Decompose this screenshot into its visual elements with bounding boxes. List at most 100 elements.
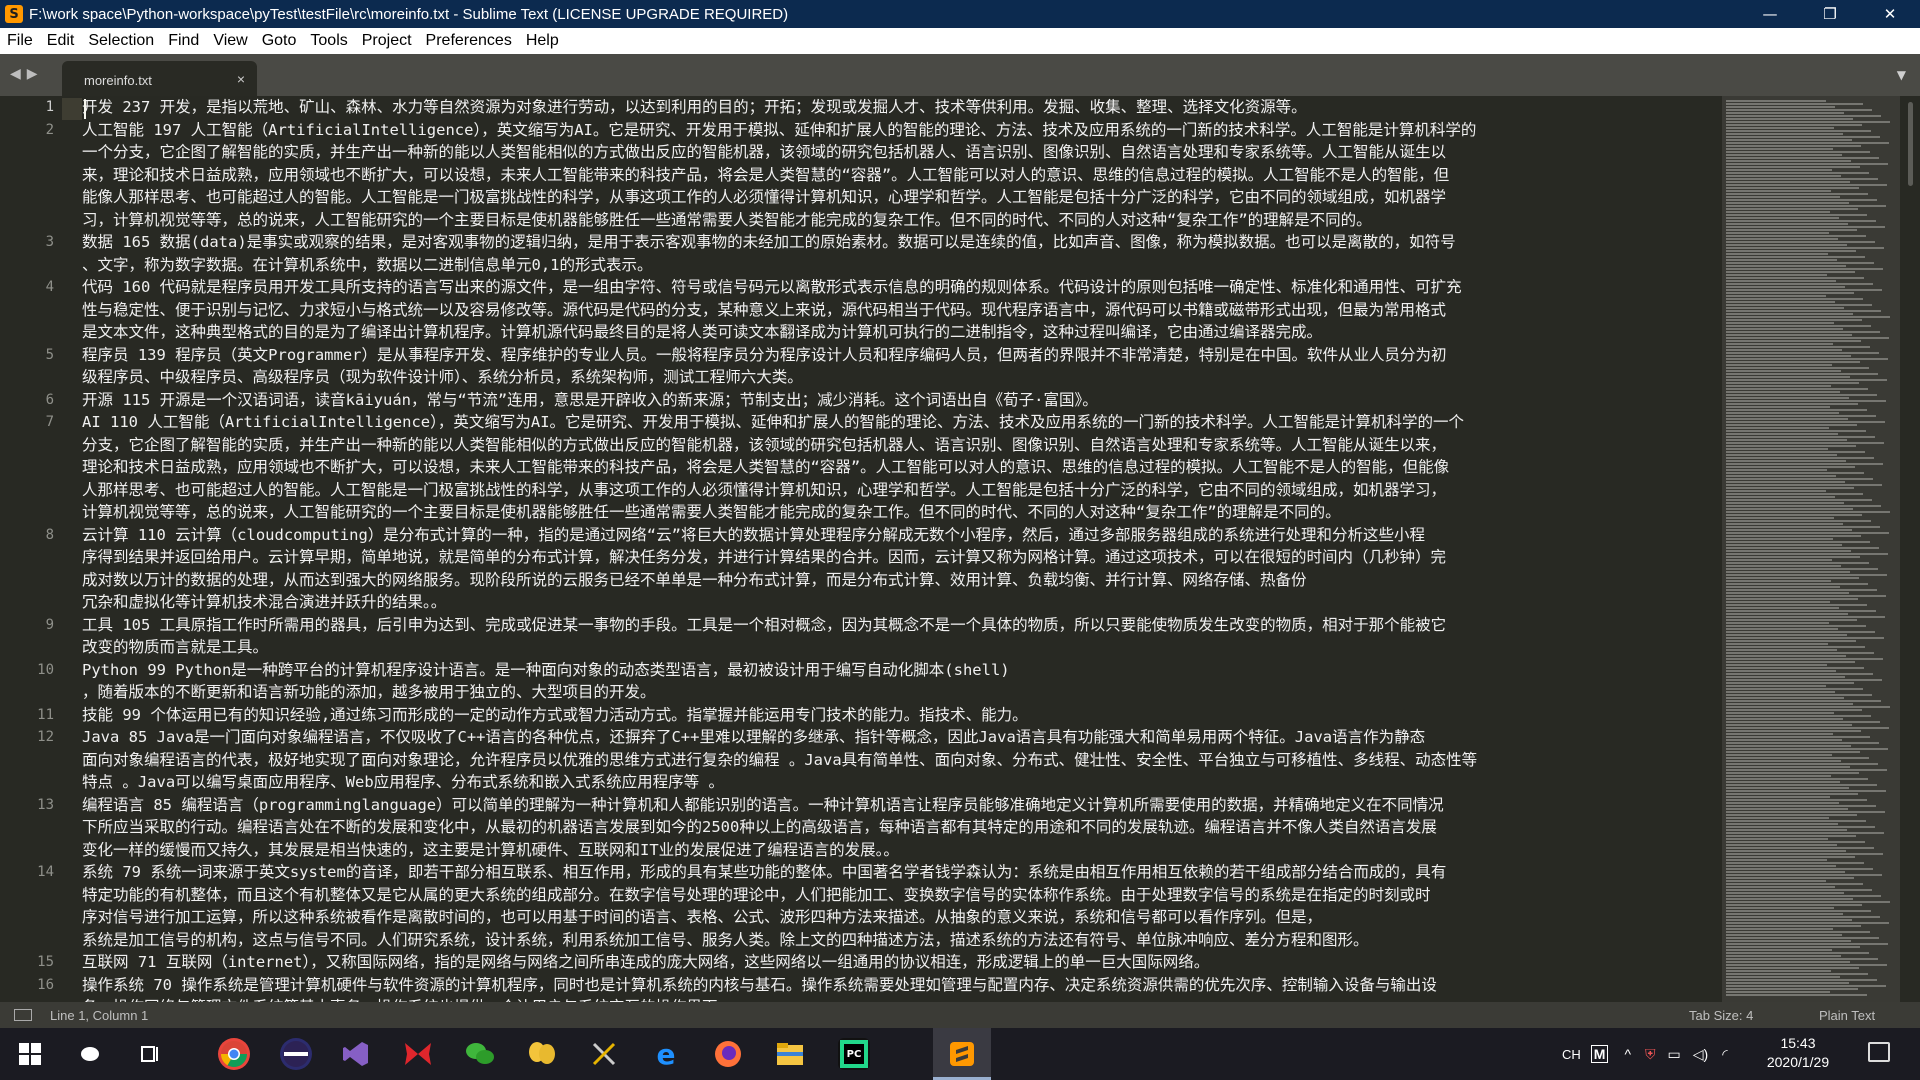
- minimap-line: [1726, 550, 1851, 552]
- minimap-line: [1726, 628, 1838, 630]
- minimap-line: [1726, 640, 1856, 642]
- xmind-icon[interactable]: [402, 1038, 434, 1070]
- text-line[interactable]: 云计算 110 云计算（cloudcomputing）是分布式计算的一种，指的是…: [82, 524, 1722, 547]
- text-line[interactable]: 系统 79 系统一词来源于英文system的音译，即若干部分相互联系、相互作用，…: [82, 861, 1722, 884]
- text-line[interactable]: 数据 165 数据(data)是事实或观察的结果，是对客观事物的逻辑归纳，是用于…: [82, 231, 1722, 254]
- text-line[interactable]: 代码 160 代码就是程序员用开发工具所支持的语言写出来的源文件，是一组由字符、…: [82, 276, 1722, 299]
- text-line[interactable]: 理论和技术日益成熟，应用领域也不断扩大，可以设想，未来人工智能带来的科技产品，将…: [82, 456, 1722, 479]
- edge-icon[interactable]: e: [650, 1038, 682, 1070]
- minimap-line: [1726, 988, 1858, 990]
- text-line[interactable]: 技能 99 个体运用已有的知识经验,通过练习而形成的一定的动作方式或智力活动方式…: [82, 704, 1722, 727]
- sublime-text-icon[interactable]: [946, 1038, 978, 1070]
- text-line[interactable]: 程序员 139 程序员（英文Programmer）是从事程序开发、程序维护的专业…: [82, 344, 1722, 367]
- text-line[interactable]: 来，理论和技术日益成熟，应用领域也不断扩大，可以设想，未来人工智能带来的科技产品…: [82, 164, 1722, 187]
- text-line[interactable]: 人工智能 197 人工智能（ArtificialIntelligence），英文…: [82, 119, 1722, 142]
- minimap[interactable]: [1722, 96, 1900, 1002]
- syntax-indicator[interactable]: Plain Text: [1819, 1008, 1875, 1023]
- minimap-line: [1726, 649, 1837, 651]
- chrome-icon[interactable]: [218, 1038, 250, 1070]
- qq-icon[interactable]: [526, 1038, 558, 1070]
- snipping-tool-icon[interactable]: [588, 1038, 620, 1070]
- text-line[interactable]: 序对信号进行加工运算，所以这种系统被看作是离散时间的，也可以用基于时间的语言、表…: [82, 906, 1722, 929]
- menu-edit[interactable]: Edit: [40, 32, 82, 50]
- battery-icon[interactable]: ▭: [1668, 1046, 1681, 1063]
- minimap-line: [1726, 553, 1888, 555]
- menu-preferences[interactable]: Preferences: [419, 32, 519, 50]
- text-line[interactable]: 计算机视觉等等，总的说来，人工智能研究的一个主要目标是使机器能够胜任一些通常需要…: [82, 501, 1722, 524]
- visual-studio-icon[interactable]: [340, 1038, 372, 1070]
- text-line[interactable]: 习，计算机视觉等等，总的说来，人工智能研究的一个主要目标是使机器能够胜任一些通常…: [82, 209, 1722, 232]
- text-line[interactable]: 性与稳定性、便于识别与记忆、力求短小与格式统一以及容易修改等。源代码是代码的分支…: [82, 299, 1722, 322]
- file-explorer-icon[interactable]: [774, 1038, 806, 1070]
- editor-text-area[interactable]: 开发 237 开发，是指以荒地、矿山、森林、水力等自然资源为对象进行劳动，以达到…: [82, 96, 1722, 1002]
- notification-center-icon[interactable]: [1868, 1042, 1890, 1062]
- menu-file[interactable]: File: [0, 32, 40, 50]
- text-line[interactable]: 开源 115 开源是一个汉语词语，读音kāiyuán，常与“节流”连用，意思是开…: [82, 389, 1722, 412]
- tab-moreinfo[interactable]: moreinfo.txt ×: [62, 61, 257, 96]
- text-line[interactable]: 特点 。Java可以编写桌面应用程序、Web应用程序、分布式系统和嵌入式系统应用…: [82, 771, 1722, 794]
- tray-chevron-icon[interactable]: ^: [1624, 1046, 1631, 1062]
- menu-selection[interactable]: Selection: [81, 32, 161, 50]
- menu-goto[interactable]: Goto: [255, 32, 304, 50]
- text-line[interactable]: Java 85 Java是一门面向对象编程语言，不仅吸收了C++语言的各种优点，…: [82, 726, 1722, 749]
- search-icon[interactable]: [74, 1038, 106, 1070]
- volume-icon[interactable]: ◁): [1693, 1046, 1708, 1063]
- text-line[interactable]: 级程序员、中级程序员、高级程序员（现为软件设计师）、系统分析员，系统架构师，测试…: [82, 366, 1722, 389]
- menu-tools[interactable]: Tools: [303, 32, 354, 50]
- scrollbar-thumb[interactable]: [1908, 102, 1913, 186]
- task-view-icon[interactable]: [134, 1038, 166, 1070]
- security-icon[interactable]: ⛨: [1645, 1046, 1656, 1063]
- cursor-position[interactable]: Line 1, Column 1: [50, 1008, 148, 1023]
- minimap-line: [1726, 748, 1888, 750]
- text-line[interactable]: 变化一样的缓慢而又持久，其发展是相当快速的，这主要是计算机硬件、互联网和IT业的…: [82, 839, 1722, 862]
- minimap-line: [1726, 598, 1858, 600]
- vertical-scrollbar[interactable]: [1900, 96, 1920, 1002]
- text-line[interactable]: 改变的物质而言就是工具。: [82, 636, 1722, 659]
- text-line[interactable]: 人那样思考、也可能超过人的智能。人工智能是一门极富挑战性的科学，从事这项工作的人…: [82, 479, 1722, 502]
- text-line[interactable]: 冗杂和虚拟化等计算机技术混合演进并跃升的结果。。: [82, 591, 1722, 614]
- text-line[interactable]: 分支，它企图了解智能的实质，并生产出一种新的能以人类智能相似的方式做出反应的智能…: [82, 434, 1722, 457]
- text-line[interactable]: 成对数以万计的数据的处理，从而达到强大的网络服务。现阶段所说的云服务已经不单单是…: [82, 569, 1722, 592]
- text-line[interactable]: 序得到结果并返回给用户。云计算早期，简单地说，就是简单的分布式计算，解决任务分发…: [82, 546, 1722, 569]
- text-line[interactable]: AI 110 人工智能（ArtificialIntelligence），英文缩写…: [82, 411, 1722, 434]
- firefox-icon[interactable]: [712, 1038, 744, 1070]
- menu-help[interactable]: Help: [519, 32, 566, 50]
- minimize-icon[interactable]: —: [1740, 0, 1800, 28]
- wechat-icon[interactable]: [464, 1038, 496, 1070]
- panel-toggle-icon[interactable]: [14, 1009, 32, 1021]
- tab-nav-arrows-icon[interactable]: ◀▶: [10, 66, 44, 82]
- text-line[interactable]: 是文本文件，这种典型格式的目的是为了编译出计算机程序。计算机源代码最终目的是将人…: [82, 321, 1722, 344]
- tab-close-icon[interactable]: ×: [237, 71, 245, 87]
- text-line[interactable]: 工具 105 工具原指工作时所需用的器具，后引申为达到、完成或促进某一事物的手段…: [82, 614, 1722, 637]
- text-line[interactable]: 特定功能的有机整体，而且这个有机整体又是它从属的更大系统的组成部分。在数字信号处…: [82, 884, 1722, 907]
- minimap-line: [1726, 958, 1878, 960]
- text-line[interactable]: Python 99 Python是一种跨平台的计算机程序设计语言。是一种面向对象…: [82, 659, 1722, 682]
- text-line[interactable]: 面向对象编程语言的代表，极好地实现了面向对象理论，允许程序员以优雅的思维方式进行…: [82, 749, 1722, 772]
- text-line[interactable]: ，随着版本的不断更新和语言新功能的添加，越多被用于独立的、大型项目的开发。: [82, 681, 1722, 704]
- text-line[interactable]: 下所应当采取的行动。编程语言处在不断的发展和变化中，从最初的机器语言发展到如今的…: [82, 816, 1722, 839]
- menu-project[interactable]: Project: [355, 32, 419, 50]
- ime-indicator[interactable]: CH: [1562, 1047, 1581, 1062]
- minimap-line: [1726, 385, 1831, 387]
- text-line[interactable]: 编程语言 85 编程语言（programminglanguage）可以简单的理解…: [82, 794, 1722, 817]
- text-line[interactable]: 系统是加工信号的机构，这点与信号不同。人们研究系统，设计系统，利用系统加工信号、…: [82, 929, 1722, 952]
- ime-mode-indicator[interactable]: M: [1590, 1045, 1609, 1063]
- restore-icon[interactable]: ❐: [1800, 0, 1860, 28]
- text-line[interactable]: 开发 237 开发，是指以荒地、矿山、森林、水力等自然资源为对象进行劳动，以达到…: [82, 96, 1722, 119]
- text-line[interactable]: 互联网 71 互联网（internet），又称国际网络，指的是网络与网络之间所串…: [82, 951, 1722, 974]
- menu-find[interactable]: Find: [161, 32, 206, 50]
- network-icon[interactable]: ◜: [1722, 1046, 1727, 1063]
- tab-size-indicator[interactable]: Tab Size: 4: [1689, 1008, 1753, 1023]
- eclipse-icon[interactable]: [280, 1038, 312, 1070]
- windows-start-icon[interactable]: [14, 1038, 46, 1070]
- taskbar-clock[interactable]: 15:43 2020/1/29: [1758, 1034, 1838, 1072]
- text-line[interactable]: 能像人那样思考、也可能超过人的智能。人工智能是一门极富挑战性的科学，从事这项工作…: [82, 186, 1722, 209]
- tab-list-dropdown-icon[interactable]: ▼: [1897, 68, 1906, 82]
- text-line[interactable]: 操作系统 70 操作系统是管理计算机硬件与软件资源的计算机程序，同时也是计算机系…: [82, 974, 1722, 997]
- pycharm-icon[interactable]: PC: [838, 1038, 870, 1070]
- text-line[interactable]: 一个分支，它企图了解智能的实质，并生产出一种新的能以人类智能相似的方式做出反应的…: [82, 141, 1722, 164]
- status-bar: Line 1, Column 1 Tab Size: 4 Plain Text: [0, 1002, 1920, 1028]
- menu-view[interactable]: View: [206, 32, 254, 50]
- text-line[interactable]: 、文字，称为数字数据。在计算机系统中，数据以二进制信息单元0,1的形式表示。: [82, 254, 1722, 277]
- close-icon[interactable]: ✕: [1860, 0, 1920, 28]
